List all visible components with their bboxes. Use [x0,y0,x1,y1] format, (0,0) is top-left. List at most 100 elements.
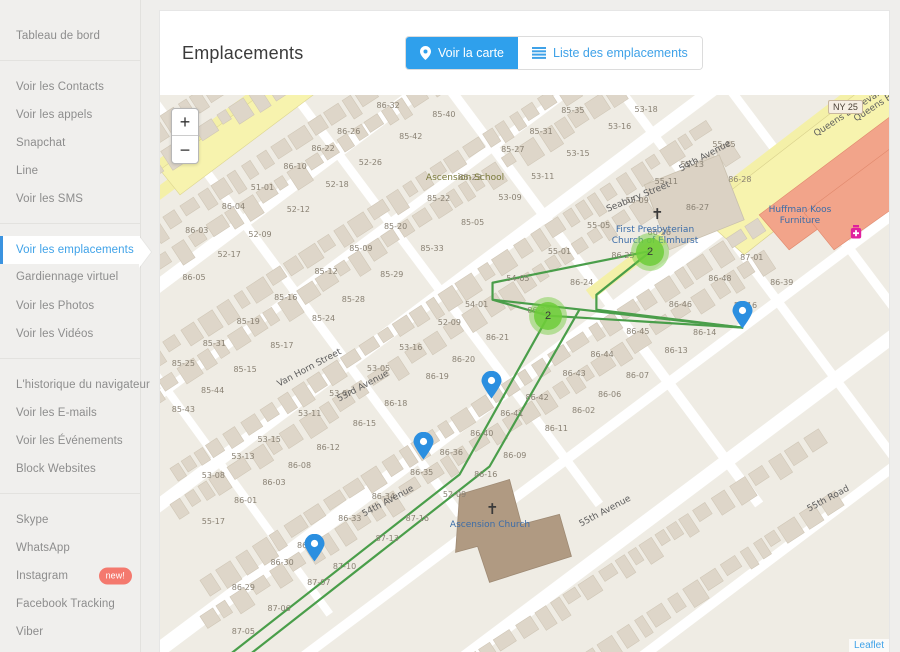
building-number-label: 85-40 [432,110,456,120]
poi-label: Ascension Church [449,520,531,530]
sidebar-item-label: Voir les Photos [16,299,95,312]
sidebar-group-0: Tableau de bord [0,22,140,60]
building-number-label: 86-04 [221,201,246,211]
building-number-label: 86-24 [570,278,594,288]
building-number-label: 87-07 [307,578,331,588]
sidebar-item-instagram[interactable]: Instagram new! [0,562,140,590]
sidebar-item-label: Voir les Contacts [16,81,104,93]
building-number-label: 85-09 [349,244,373,254]
building-number-label: 53-11 [298,408,322,418]
sidebar-item-facebook-tracking[interactable]: Facebook Tracking [0,590,140,618]
sidebar-item-whatsapp[interactable]: WhatsApp [0,534,140,562]
building-number-label: 52-09 [442,490,467,500]
sidebar-item-tableau-de-bord[interactable]: Tableau de bord [0,22,140,50]
building-number-label: 86-30 [270,558,294,568]
sidebar-item-voir-les-sms[interactable]: Voir les SMS [0,185,140,213]
sidebar-item-voir-les-photos[interactable]: Voir les Photos [0,292,140,320]
building-number-label: 86-34 [371,492,395,502]
building-number-label: 86-03 [262,478,286,488]
building-number-label: 85-19 [236,317,260,327]
building-number-label: 52-12 [286,204,310,214]
building-number-label: 86-19 [425,371,449,381]
sidebar-item-l-historique-du-navigateur[interactable]: L'historique du navigateur [0,371,150,399]
street-label: 55th Road [805,483,852,515]
building-number-label: 55-05 [587,221,611,231]
building-number-label: 53-05 [366,364,391,374]
building-number-label: 53-15 [257,435,281,445]
new-badge: new! [98,567,132,584]
view-map-button[interactable]: Voir la carte [406,37,519,69]
map-pin-icon [420,46,431,60]
building-number-label: 86-12 [316,442,340,452]
marker-cluster-count: 2 [534,302,562,330]
sidebar-item-label: Tableau de bord [16,30,100,42]
sidebar-item-voir-les-contacts[interactable]: Voir les Contacts [0,73,140,101]
poi-label: Huffman Koos Furniture [768,205,832,226]
list-icon [532,47,547,59]
sidebar-item-voir-les-v-nements[interactable]: Voir les Événements [0,427,140,455]
sidebar-item-gardiennage-virtuel[interactable]: Gardiennage virtuel [0,264,140,292]
marker-cluster-count: 2 [636,238,664,266]
sidebar-item-label: Facebook Tracking [16,597,115,610]
building-number-label: 54-01 [464,300,489,310]
building-number-label: 52-26 [358,157,382,167]
building-number-label: 86-16 [474,470,498,479]
sidebar-item-voir-les-emplacements[interactable]: Voir les emplacements [0,236,140,264]
building-number-label: 86-35 [410,467,434,477]
zoom-out-button[interactable]: − [172,136,198,163]
building-number-label: 55-01 [547,246,572,256]
sidebar-item-label: Voir les appels [16,109,93,121]
sidebar-item-voir-les-vid-os[interactable]: Voir les Vidéos [0,320,140,348]
leaflet-attribution[interactable]: Leaflet [848,639,889,652]
building-number-label: 86-01 [233,496,258,506]
map-label-layer: 86-03 86-04 51-01 86-10 86-22 86-26 86-32 86-05… [160,95,889,652]
sidebar-item-viber[interactable]: Viber [0,618,140,646]
building-number-label: 52-18 [325,179,349,189]
sidebar-item-snapchat[interactable]: Snapchat [0,129,140,157]
building-number-label: 87-01 [740,253,764,263]
building-number-label: 86-46 [668,299,692,309]
building-number-label: 53-09 [498,193,522,203]
highway-shield-ny25: NY 25 [828,100,863,114]
building-number-label: 86-10 [283,161,307,171]
location-pin-marker[interactable] [732,300,753,334]
sidebar-item-label: Voir les emplacements [16,244,134,256]
building-number-label: 55-17 [201,517,225,527]
sidebar-group-4: Skype WhatsApp Instagram new! Facebook Track… [0,492,140,652]
building-number-label: 85-35 [561,106,585,116]
marker-cluster[interactable]: 2 [529,297,567,335]
street-label: 53rd Avenue [335,368,391,405]
sidebar-item-skype[interactable]: Skype [0,506,140,534]
location-pin-marker[interactable] [304,533,325,567]
marker-cluster[interactable]: 2 [631,233,669,271]
building-number-label: 55-11 [654,177,678,187]
building-number-label: 86-21 [485,332,510,342]
building-number-label: 53-18 [634,104,658,114]
building-number-label: 86-08 [287,461,312,471]
sidebar-item-line[interactable]: Line [0,157,140,185]
building-number-label: 86-43 [562,368,586,378]
building-number-label: 86-14 [693,327,717,337]
location-pin-marker[interactable] [481,370,502,404]
sidebar-item-label: Voir les SMS [16,193,84,205]
building-number-label: 86-13 [664,346,688,356]
building-number-label: 86-44 [590,350,614,360]
building-number-label: 86-15 [352,419,377,429]
street-label: 55th Avenue [577,493,633,530]
sidebar-item-voir-les-e-mails[interactable]: Voir les E-mails [0,399,140,427]
sidebar-item-block-websites[interactable]: Block Websites [0,455,140,483]
map-canvas[interactable]: + − 86-03 86-04 51-01 86-10 86-22 86-26 86-32 8… [160,95,889,652]
street-label: Van Horn Street [275,347,344,390]
building-number-label: 53-07 [329,388,353,398]
zoom-in-button[interactable]: + [172,109,198,136]
building-number-label: 85-31 [202,339,226,349]
location-pin-marker[interactable] [413,431,434,465]
building-number-label: 53-08 [201,471,225,481]
church-cross-icon: ✝ [486,500,499,518]
building-number-label: 86-45 [626,327,650,337]
locations-list-button[interactable]: Liste des emplacements [518,37,702,69]
sidebar-item-label: Viber [16,625,44,638]
sidebar-item-label: Line [16,165,39,177]
sidebar-item-voir-les-appels[interactable]: Voir les appels [0,101,140,129]
building-number-label: 53-13 [231,452,255,462]
